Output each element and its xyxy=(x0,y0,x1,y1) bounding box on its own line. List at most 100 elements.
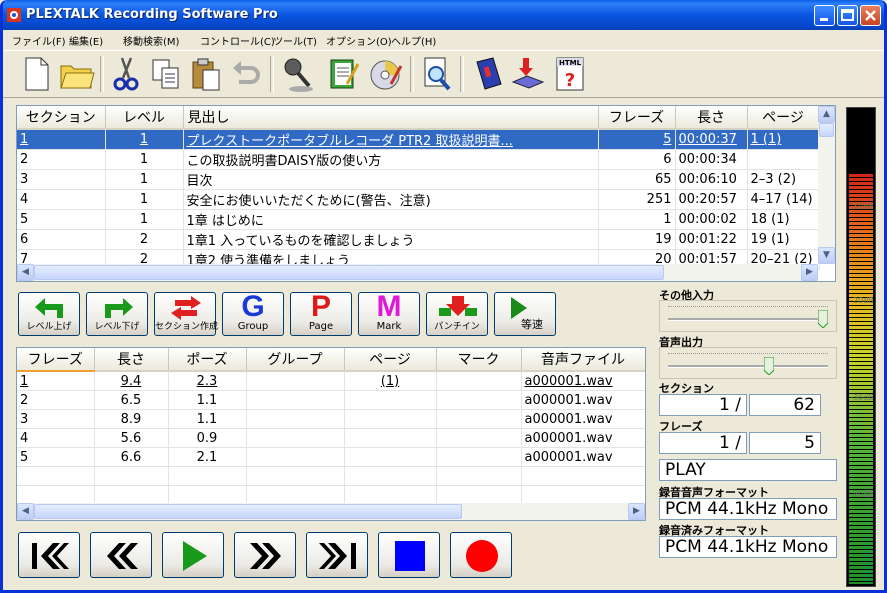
phrase-cell: 2 xyxy=(17,390,95,410)
meter-mark: -20dB xyxy=(850,296,874,305)
skip-to-start-button[interactable] xyxy=(18,532,80,578)
phrase-cell: a000001.wav xyxy=(521,447,645,467)
col-page[interactable]: ページ xyxy=(344,348,437,372)
mark-button[interactable]: M Mark xyxy=(358,290,420,336)
section-horizontal-scrollbar[interactable]: ◀ ▶ xyxy=(17,264,818,281)
split-arrows-icon xyxy=(171,296,201,320)
phrase-row[interactable]: 1 9.4 2.3 (1) a000001.wav xyxy=(17,371,645,391)
menu-control[interactable]: コントロール(C) xyxy=(200,33,275,48)
col-length[interactable]: 長さ xyxy=(675,106,748,130)
phrase-row[interactable]: 4 5.6 0.9 a000001.wav xyxy=(17,428,645,448)
section-row[interactable]: 1 1 プレクストークポータブルレコーダ PTR2 取扱説明書... 5 00:00:3… xyxy=(17,129,820,150)
microphone-icon[interactable] xyxy=(279,54,317,94)
play-button[interactable] xyxy=(162,532,224,578)
col-heading[interactable]: 見出し xyxy=(183,106,599,130)
section-row[interactable]: 4 1 安全にお使いいただくために(警告、注意) 251 00:20:57 4–17 (1… xyxy=(17,189,820,210)
search-document-icon[interactable] xyxy=(417,54,455,94)
phrase-cell xyxy=(436,371,522,391)
app-icon xyxy=(7,8,21,22)
phrase-cell: 4 xyxy=(17,428,95,448)
rewind-button[interactable] xyxy=(90,532,152,578)
col-section[interactable]: セクション xyxy=(17,106,106,130)
empty-row xyxy=(17,466,645,486)
section-vertical-scrollbar[interactable]: ▲ ▼ xyxy=(818,106,835,264)
import-icon[interactable] xyxy=(509,54,547,94)
menu-edit[interactable]: 編集(E) xyxy=(69,33,103,48)
speed-button[interactable]: 等速 xyxy=(494,292,556,336)
phrase-cell xyxy=(246,390,345,410)
section-row[interactable]: 3 1 目次 65 00:06:10 2–3 (2) xyxy=(17,169,820,190)
section-create-button[interactable]: セクション作成 xyxy=(154,292,218,336)
col-mark[interactable]: マーク xyxy=(436,348,522,372)
section-cell: 251 xyxy=(598,189,676,210)
scroll-left-icon[interactable]: ◀ xyxy=(17,503,34,520)
skip-to-end-button[interactable] xyxy=(306,532,368,578)
col-phrase[interactable]: フレーズ xyxy=(598,106,676,130)
other-input-slider-thumb[interactable] xyxy=(818,310,828,328)
scroll-up-icon[interactable]: ▲ xyxy=(818,106,835,123)
section-row[interactable]: 5 1 1章 はじめに 1 00:00:02 18 (1) xyxy=(17,209,820,230)
section-cell: 目次 xyxy=(183,169,599,190)
section-row[interactable]: 6 2 1章1 入っているものを確認しましょう 19 00:01:22 19 (1) xyxy=(17,229,820,250)
col-group[interactable]: グループ xyxy=(246,348,345,372)
undo-icon[interactable] xyxy=(227,54,265,94)
punch-in-button[interactable]: パンチイン xyxy=(426,292,488,336)
open-folder-icon[interactable] xyxy=(57,54,95,94)
section-list[interactable]: セクション レベル 見出し フレーズ 長さ ページ 1 1 プレクストークポータブル… xyxy=(16,105,836,282)
col-length[interactable]: 長さ xyxy=(94,348,169,372)
cut-icon[interactable] xyxy=(107,54,145,94)
col-phrase[interactable]: フレーズ xyxy=(17,348,95,372)
other-input-slider[interactable] xyxy=(659,300,837,332)
menu-file[interactable]: ファイル(F) xyxy=(12,33,66,48)
book-icon[interactable] xyxy=(469,54,507,94)
col-page[interactable]: ページ xyxy=(747,106,820,130)
col-pause[interactable]: ポーズ xyxy=(168,348,247,372)
phrase-row[interactable]: 3 8.9 1.1 a000001.wav xyxy=(17,409,645,429)
record-icon xyxy=(466,540,498,572)
scroll-right-icon[interactable]: ▶ xyxy=(628,503,645,520)
paste-icon[interactable] xyxy=(187,54,225,94)
scroll-down-icon[interactable]: ▼ xyxy=(818,247,835,264)
phrase-hscroll-thumb[interactable] xyxy=(34,504,462,519)
menu-help[interactable]: ヘルプ(H) xyxy=(391,33,436,48)
section-cell: 18 (1) xyxy=(747,209,820,230)
phrase-row[interactable]: 5 6.6 2.1 a000001.wav xyxy=(17,447,645,467)
new-file-icon[interactable] xyxy=(17,54,55,94)
section-cell: 00:20:57 xyxy=(675,189,748,210)
group-button[interactable]: G Group xyxy=(222,290,284,336)
stop-button[interactable] xyxy=(378,532,440,578)
book-edit-icon[interactable] xyxy=(325,54,363,94)
close-button[interactable] xyxy=(860,5,881,26)
phrase-list[interactable]: フレーズ 長さ ポーズ グループ ページ マーク 音声ファイル 1 9.4 2.3 (… xyxy=(16,347,646,521)
fast-forward-button[interactable] xyxy=(234,532,296,578)
menu-options[interactable]: オプション(O) xyxy=(326,33,392,48)
level-up-button[interactable]: レベル上げ xyxy=(18,292,80,336)
phrase-horizontal-scrollbar[interactable]: ◀ ▶ xyxy=(17,503,645,520)
menu-tools[interactable]: ツール(T) xyxy=(273,33,317,48)
page-button[interactable]: P Page xyxy=(290,290,352,336)
audio-output-slider[interactable] xyxy=(659,347,837,379)
section-row[interactable]: 2 1 この取扱説明書DAISY版の使い方 6 00:00:34 xyxy=(17,149,820,170)
level-down-button[interactable]: レベル下げ xyxy=(86,292,148,336)
section-vscroll-thumb[interactable] xyxy=(819,123,834,137)
minimize-button[interactable] xyxy=(814,5,835,26)
copy-icon[interactable] xyxy=(147,54,185,94)
section-cell: 4 xyxy=(17,189,106,210)
html-help-icon[interactable]: HTML? xyxy=(551,54,589,94)
phrase-cell xyxy=(436,390,522,410)
level-meter: -10dB -20dB -30dB -40dB xyxy=(846,107,876,587)
maximize-button[interactable] xyxy=(837,5,858,26)
scroll-right-icon[interactable]: ▶ xyxy=(801,264,818,281)
record-button[interactable] xyxy=(450,532,512,578)
title-bar[interactable]: PLEXTALK Recording Software Pro xyxy=(3,0,884,30)
col-audio-file[interactable]: 音声ファイル xyxy=(521,348,645,372)
menu-navigate[interactable]: 移動検索(M) xyxy=(123,33,179,48)
cd-icon[interactable] xyxy=(367,54,405,94)
phrase-cell xyxy=(246,447,345,467)
minimize-icon xyxy=(820,18,828,21)
scroll-left-icon[interactable]: ◀ xyxy=(17,264,34,281)
phrase-row[interactable]: 2 6.5 1.1 a000001.wav xyxy=(17,390,645,410)
audio-output-slider-thumb[interactable] xyxy=(764,357,774,375)
col-level[interactable]: レベル xyxy=(105,106,184,130)
section-hscroll-thumb[interactable] xyxy=(34,265,664,280)
